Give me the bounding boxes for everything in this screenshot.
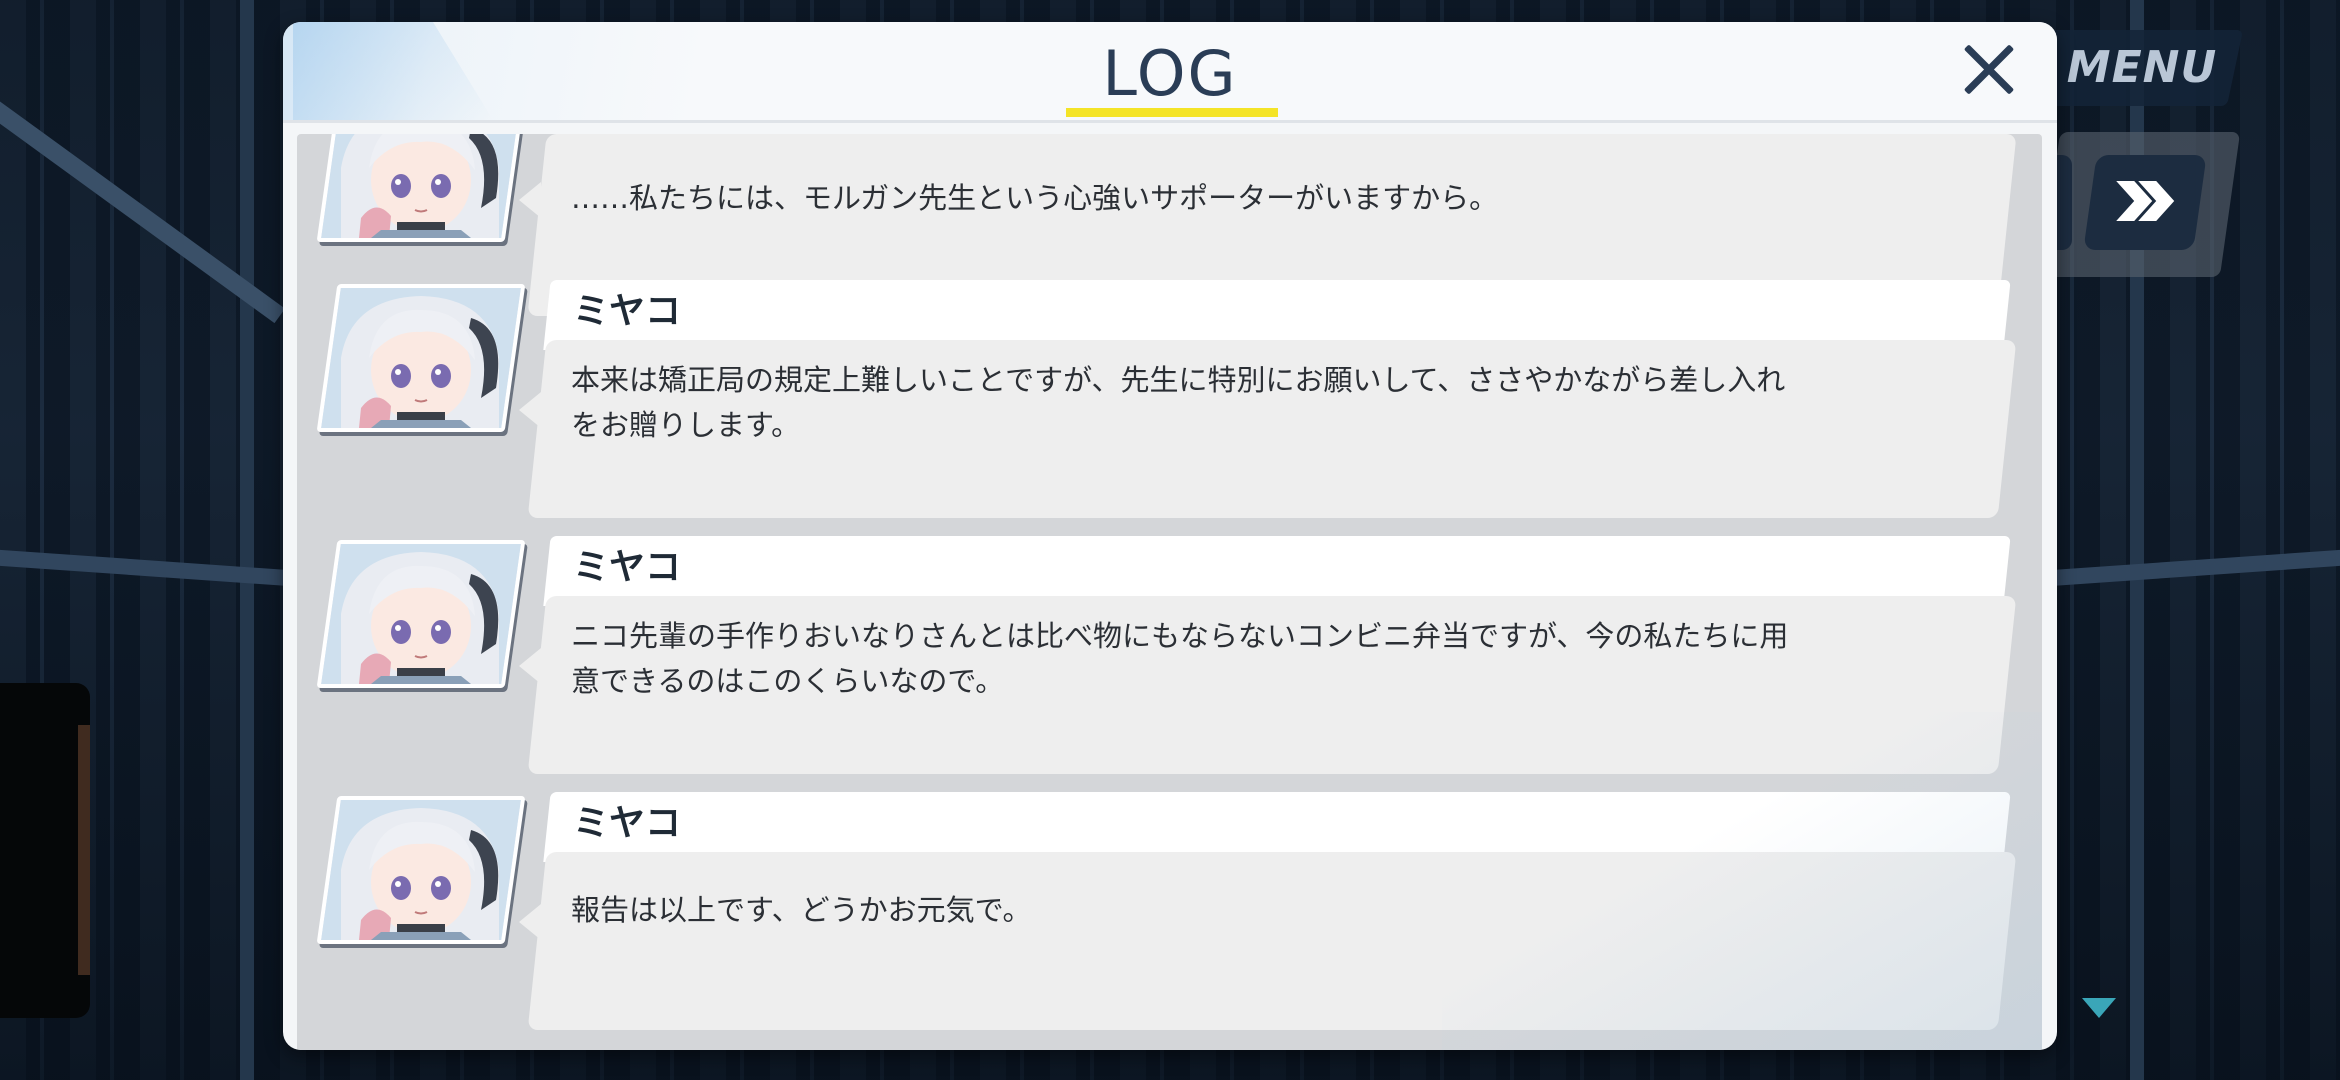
log-dialog: LOG ……私たちには、モルガン先生という心強いサポーターがいますから。 ミヤコ bbox=[283, 22, 2057, 1050]
fast-forward-icon bbox=[2116, 181, 2175, 221]
message-bubble bbox=[527, 852, 2017, 1030]
log-scroll-area[interactable]: ……私たちには、モルガン先生という心強いサポーターがいますから。 ミヤコ 本来は… bbox=[297, 134, 2042, 1050]
character-avatar bbox=[316, 540, 526, 688]
title-underline bbox=[1066, 108, 1278, 117]
message-text: ニコ先輩の手作りおいなりさんとは比べ物にもならないコンビニ弁当ですが、今の私たち… bbox=[571, 619, 1789, 698]
side-panel-strip bbox=[78, 725, 90, 975]
character-avatar bbox=[316, 134, 526, 242]
character-avatar bbox=[316, 284, 526, 432]
bubble-tail bbox=[519, 904, 541, 940]
side-panel bbox=[0, 683, 90, 1018]
scroll-down-icon bbox=[2082, 998, 2116, 1018]
log-title: LOG bbox=[1102, 37, 1238, 110]
character-avatar bbox=[316, 796, 526, 944]
log-header: LOG bbox=[283, 22, 2057, 123]
background-beam bbox=[2050, 549, 2340, 587]
message-text: 報告は以上です、どうかお元気で。 bbox=[571, 893, 1032, 927]
fast-forward-button[interactable] bbox=[2083, 155, 2207, 250]
bubble-tail bbox=[519, 648, 541, 684]
background-pillar bbox=[240, 0, 254, 1080]
message-text: ……私たちには、モルガン先生という心強いサポーターがいますから。 bbox=[571, 181, 1499, 215]
bubble-tail bbox=[519, 182, 541, 218]
close-button[interactable] bbox=[1953, 34, 2025, 106]
message-text: 本来は矯正局の規定上難しいことですが、先生に特別にお願いして、ささやかながら差し… bbox=[571, 363, 1786, 442]
menu-button[interactable]: MENU bbox=[2062, 38, 2222, 98]
bubble-tail bbox=[519, 392, 541, 428]
